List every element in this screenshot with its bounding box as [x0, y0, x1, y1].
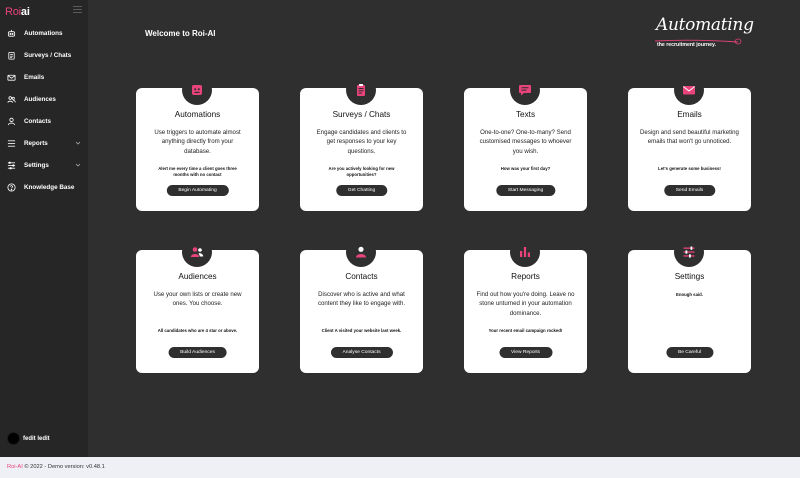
robot-icon — [182, 75, 212, 105]
menu-collapse-icon[interactable] — [73, 6, 82, 14]
card-audiences: Audiences Use your own lists or create n… — [136, 237, 259, 373]
sidebar-item-label: Reports — [24, 139, 48, 147]
card-example: How was your first day? — [500, 166, 551, 171]
begin-automating-button[interactable]: Begin Automating — [166, 185, 229, 196]
view-reports-button[interactable]: View Reports — [499, 347, 552, 358]
card-title: Reports — [511, 272, 540, 281]
build-audiences-button[interactable]: Build Audiences — [168, 347, 227, 358]
card-description: One-to-one? One-to-many? Send customised… — [479, 129, 572, 155]
avatar — [7, 432, 20, 445]
card-title: Emails — [677, 110, 702, 119]
message-icon — [510, 75, 540, 105]
user-icon — [7, 117, 16, 125]
help-icon — [7, 182, 16, 192]
footer-version: © 2022 - Demo version: v0.48.1 — [22, 464, 105, 470]
sidebar: Roiai Automations Surveys / Chats Emails… — [0, 0, 88, 457]
card-title: Contacts — [345, 272, 378, 281]
clipboard-icon — [8, 51, 15, 60]
sidebar-item-surveys[interactable]: Surveys / Chats — [0, 44, 88, 66]
card-description: Engage candidates and clients to get res… — [316, 129, 407, 155]
user-icon — [346, 237, 376, 267]
be-careful-button[interactable]: Be Careful — [665, 347, 714, 358]
card-example: Client A visited your website last week. — [321, 328, 402, 333]
card-automations: Automations Use triggers to automate alm… — [136, 75, 259, 211]
analyse-contacts-button[interactable]: Analyse Contacts — [330, 347, 393, 358]
sidebar-nav: Automations Surveys / Chats Emails Audie… — [0, 22, 88, 198]
page-title: Welcome to Roi-AI — [145, 29, 216, 38]
envelope-icon — [7, 74, 16, 81]
card-example: All candidates who are 4 star or above. — [157, 328, 238, 333]
chart-icon — [510, 237, 540, 267]
footer-brand: Roi-AI — [7, 464, 23, 470]
card-description: Use triggers to automate almost anything… — [154, 129, 241, 155]
card-example: Enough said. — [676, 292, 703, 297]
start-messaging-button[interactable]: Start Messaging — [495, 185, 556, 196]
card-example: Your recent email campaign rocked! — [488, 328, 563, 333]
card-description: Find out how you're doing. Leave no ston… — [476, 291, 575, 317]
sidebar-item-contacts[interactable]: Contacts — [0, 110, 88, 132]
sidebar-item-label: Emails — [24, 73, 45, 81]
card-title: Settings — [674, 272, 705, 281]
brand-tagline: the recruitment journey. — [657, 42, 716, 48]
envelope-icon — [674, 75, 704, 105]
app-logo[interactable]: Roiai — [5, 6, 30, 18]
robot-icon — [7, 29, 16, 37]
card-title: Surveys / Chats — [332, 110, 391, 119]
chevron-down-icon[interactable] — [75, 162, 81, 168]
sliders-icon — [674, 237, 704, 267]
get-chatting-button[interactable]: Get Chatting — [335, 185, 388, 196]
sidebar-item-label: Contacts — [24, 117, 51, 125]
brand-script: Automating — [656, 15, 754, 35]
card-example: Are you actively looking for new opportu… — [328, 166, 395, 178]
card-description: Discover who is active and what content … — [317, 291, 406, 308]
card-example: Let's generate some business! — [658, 166, 721, 171]
card-title: Automations — [174, 110, 221, 119]
sidebar-item-reports[interactable]: Reports — [0, 132, 88, 154]
sidebar-item-knowledge-base[interactable]: Knowledge Base — [0, 176, 88, 198]
user-profile[interactable]: fedit ledit — [7, 432, 50, 445]
card-title: Texts — [515, 110, 536, 119]
chart-icon — [7, 139, 16, 147]
card-surveys-chats: Surveys / Chats Engage candidates and cl… — [300, 75, 423, 211]
sidebar-item-label: Settings — [24, 161, 49, 169]
card-title: Audiences — [178, 272, 217, 281]
sidebar-item-label: Audiences — [24, 95, 56, 103]
users-icon — [182, 237, 212, 267]
users-icon — [7, 95, 16, 103]
sidebar-item-emails[interactable]: Emails — [0, 66, 88, 88]
sidebar-item-label: Automations — [24, 29, 63, 37]
card-description: Use your own lists or create new ones. Y… — [153, 291, 242, 308]
brand-logo: Automating the recruitment journey. — [654, 15, 754, 51]
card-settings: Settings Enough said. Be Careful — [628, 237, 751, 373]
footer: Roi-AI © 2022 - Demo version: v0.48.1 — [0, 457, 800, 478]
clipboard-icon — [346, 75, 376, 105]
card-reports: Reports Find out how you're doing. Leave… — [464, 237, 587, 373]
card-contacts: Contacts Discover who is active and what… — [300, 237, 423, 373]
sliders-icon — [7, 161, 16, 169]
sidebar-item-label: Surveys / Chats — [24, 51, 72, 59]
card-emails: Emails Design and send beautiful marketi… — [628, 75, 751, 211]
card-description: Design and send beautiful marketing emai… — [640, 129, 739, 146]
sidebar-item-settings[interactable]: Settings — [0, 154, 88, 176]
card-example: Alert me every time a client goes three … — [158, 166, 237, 178]
send-emails-button[interactable]: Send Emails — [663, 185, 716, 196]
user-name: fedit ledit — [23, 435, 50, 442]
card-texts: Texts One-to-one? One-to-many? Send cust… — [464, 75, 587, 211]
sidebar-item-audiences[interactable]: Audiences — [0, 88, 88, 110]
sidebar-item-label: Knowledge Base — [24, 183, 75, 191]
chevron-down-icon[interactable] — [75, 140, 81, 146]
sidebar-item-automations[interactable]: Automations — [0, 22, 88, 44]
